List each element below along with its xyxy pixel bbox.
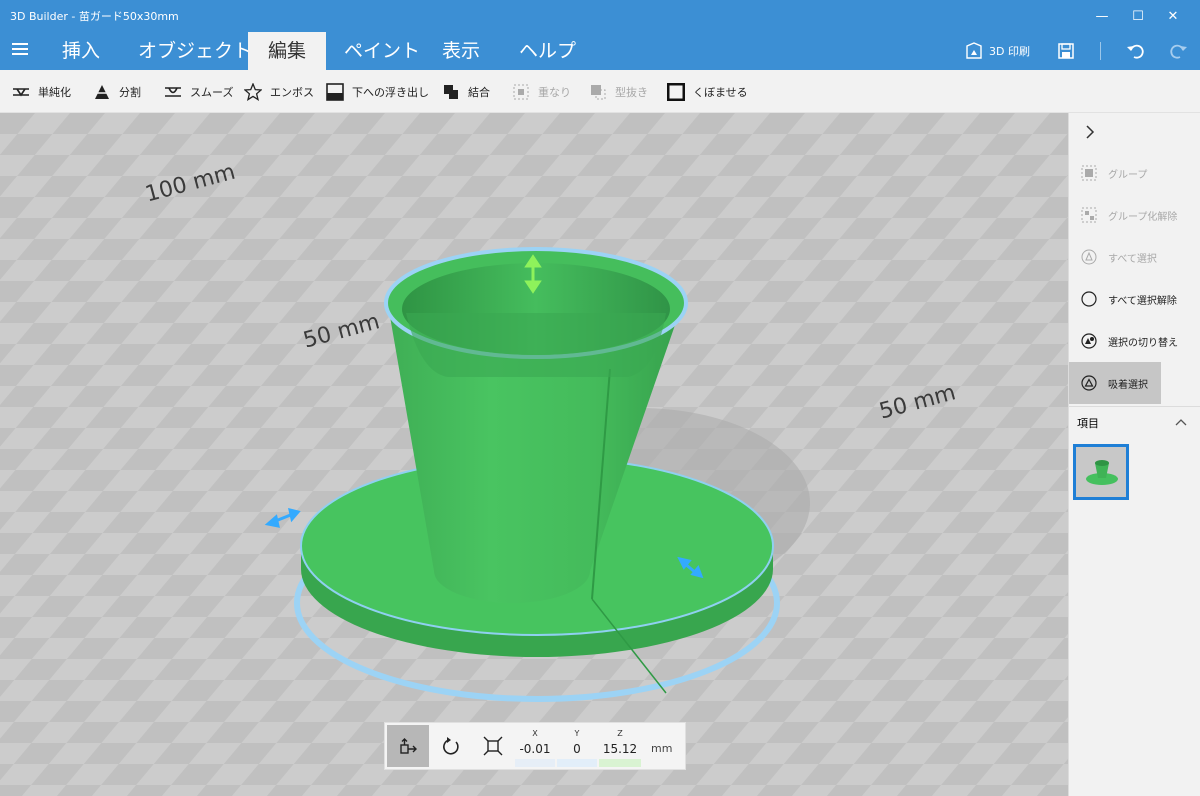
smooth-button[interactable]: スムーズ [164, 70, 233, 113]
subtract-button[interactable]: 型抜き [589, 70, 648, 113]
emboss-label: エンボス [270, 85, 314, 99]
simplify-label: 単純化 [38, 85, 71, 99]
y-axis-label: Y [574, 729, 580, 738]
ungroup-button[interactable]: グループ化解除 [1069, 194, 1200, 236]
z-coordinate[interactable]: Z 15.12 [599, 723, 641, 769]
snap-select-label: 吸着選択 [1108, 379, 1148, 391]
objects-label: 項目 [1077, 417, 1099, 430]
tab-paint[interactable]: ペイント [330, 32, 434, 70]
star-icon [244, 82, 262, 101]
y-coordinate[interactable]: Y 0 [557, 723, 597, 769]
scene-canvas [0, 113, 1068, 796]
simplify-button[interactable]: 単純化 [12, 70, 71, 113]
collapse-panel-button[interactable] [1083, 123, 1103, 143]
split-label: 分割 [119, 85, 141, 99]
merge-label: 結合 [468, 85, 490, 99]
scale-icon [483, 736, 503, 756]
toggle-selection-label: 選択の切り替え [1108, 337, 1178, 349]
redo-icon [1170, 44, 1187, 59]
save-button[interactable] [1048, 32, 1084, 70]
deselect-all-icon [1080, 290, 1098, 308]
select-all-label: すべて選択 [1108, 253, 1157, 265]
menu-divider [1100, 42, 1101, 60]
3d-print-label: 3D 印刷 [989, 45, 1030, 58]
cup-thumbnail-image [1086, 460, 1118, 485]
merge-icon [442, 83, 460, 101]
hollow-icon [667, 82, 685, 101]
move-icon [400, 738, 417, 754]
3d-viewport[interactable]: 100 mm 50 mm 50 mm [0, 113, 1068, 796]
y-value: 0 [573, 742, 581, 756]
3d-print-button[interactable]: 3D 印刷 [965, 32, 1040, 70]
tab-insert[interactable]: 挿入 [48, 32, 114, 70]
x-axis-label: X [532, 729, 538, 738]
deselect-all-label: すべて選択解除 [1108, 295, 1177, 307]
intersect-label: 重なり [538, 85, 571, 99]
ungroup-label: グループ化解除 [1108, 211, 1178, 223]
group-label: グループ [1108, 169, 1148, 181]
extrude-down-icon [326, 82, 344, 101]
group-button[interactable]: グループ [1069, 152, 1200, 194]
edit-toolbar: 単純化 分割 スムーズ エンボス 下への浮き出し 結合 重なり 型抜き くぼませ… [0, 70, 1200, 113]
printer-icon [966, 42, 982, 59]
z-value: 15.12 [602, 742, 638, 756]
transform-panel: X -0.01 Y 0 Z 15.12 mm [384, 722, 686, 770]
simplify-icon [12, 83, 30, 101]
group-icon [1080, 164, 1098, 182]
chevron-right-icon [1086, 125, 1095, 139]
deselect-all-button[interactable]: すべて選択解除 [1069, 278, 1200, 320]
save-icon [1058, 43, 1074, 59]
split-button[interactable]: 分割 [93, 70, 141, 113]
toggle-selection-icon [1080, 332, 1098, 350]
x-value: -0.01 [519, 742, 551, 756]
select-all-button[interactable]: すべて選択 [1069, 236, 1200, 278]
hamburger-menu-icon[interactable] [12, 43, 28, 57]
undo-button[interactable] [1118, 32, 1154, 70]
z-axis-label: Z [617, 729, 623, 738]
hollow-button[interactable]: くぼませる [667, 70, 748, 113]
x-coordinate[interactable]: X -0.01 [515, 723, 555, 769]
hollow-label: くぼませる [693, 85, 748, 99]
menu-bar: 挿入 オブジェクト 編集 ペイント 表示 ヘルプ 3D 印刷 [0, 32, 1200, 70]
merge-button[interactable]: 結合 [442, 70, 490, 113]
subtract-label: 型抜き [615, 85, 648, 99]
window-title: 3D Builder - 苗ガード50x30mm [10, 10, 179, 23]
objects-section-header[interactable]: 項目 [1069, 406, 1200, 436]
emboss-button[interactable]: エンボス [244, 70, 314, 113]
intersect-icon [512, 83, 530, 101]
object-thumbnail[interactable] [1073, 444, 1129, 500]
snap-select-icon [1080, 374, 1098, 392]
extrude-down-label: 下への浮き出し [352, 85, 429, 99]
chevron-up-icon [1175, 419, 1187, 426]
smooth-icon [164, 83, 182, 101]
close-button[interactable]: ✕ [1150, 0, 1196, 32]
tab-view[interactable]: 表示 [428, 32, 494, 70]
ungroup-icon [1080, 206, 1098, 224]
scale-mode-button[interactable] [472, 725, 514, 767]
title-bar: 3D Builder - 苗ガード50x30mm — ☐ ✕ [0, 0, 1200, 32]
intersect-button[interactable]: 重なり [512, 70, 571, 113]
rotate-icon [443, 737, 459, 755]
tab-help[interactable]: ヘルプ [505, 32, 590, 70]
unit-label: mm [651, 742, 673, 755]
subtract-icon [589, 83, 607, 101]
tab-object[interactable]: オブジェクト [124, 32, 266, 70]
undo-icon [1127, 44, 1144, 59]
move-mode-button[interactable] [387, 725, 429, 767]
split-icon [93, 83, 111, 101]
select-all-icon [1080, 248, 1098, 266]
extrude-down-button[interactable]: 下への浮き出し [326, 70, 429, 113]
redo-button[interactable] [1160, 32, 1196, 70]
snap-select-button[interactable]: 吸着選択 [1069, 362, 1161, 404]
toggle-selection-button[interactable]: 選択の切り替え [1069, 320, 1200, 362]
smooth-label: スムーズ [190, 85, 234, 99]
selection-panel: グループ グループ化解除 すべて選択 すべて選択解除 選択の切り替え 吸着選択 … [1068, 113, 1200, 796]
tab-edit[interactable]: 編集 [248, 32, 326, 70]
rotate-mode-button[interactable] [430, 725, 472, 767]
